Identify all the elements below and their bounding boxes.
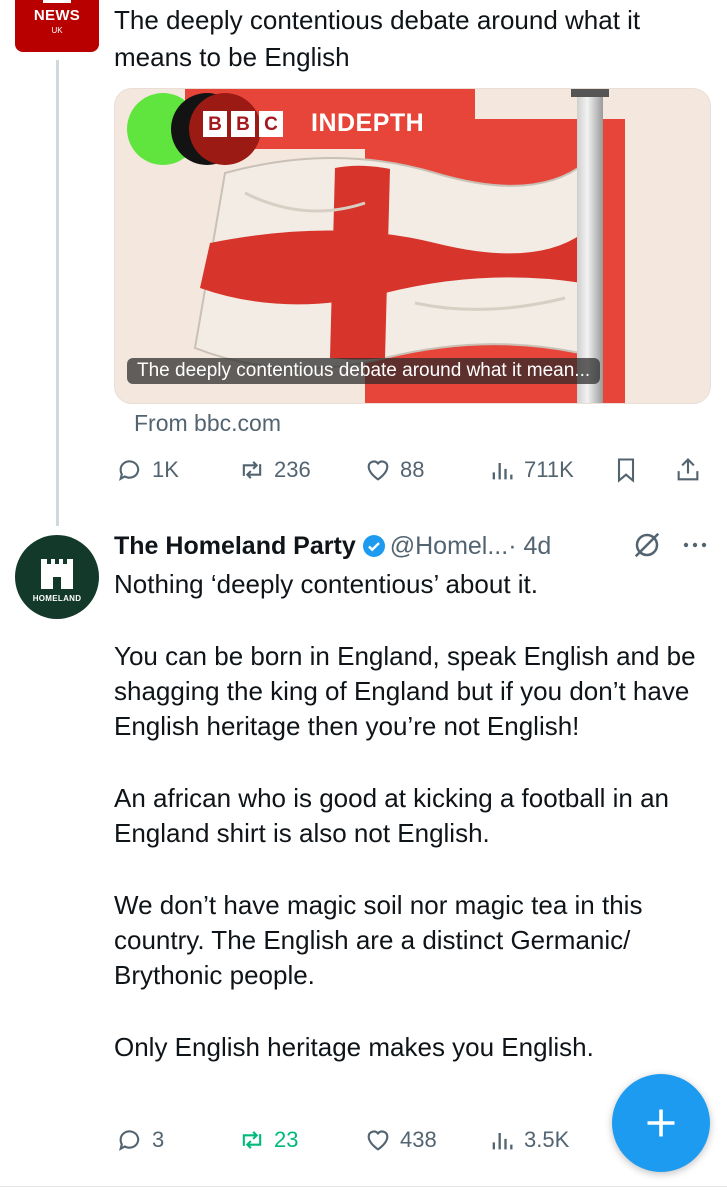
repost-count: 23 — [274, 1127, 299, 1152]
repost-icon — [242, 1131, 262, 1149]
like-button[interactable]: 88 — [364, 454, 424, 486]
views-count: 711K — [524, 457, 574, 482]
views-button[interactable]: 3.5K — [488, 1124, 569, 1156]
heart-icon — [367, 460, 389, 481]
avatar-news-label: NEWS — [33, 7, 81, 24]
grok-icon[interactable] — [632, 530, 662, 560]
avatar-uk-label: UK — [51, 26, 63, 35]
tweet-paragraph: We don’t have magic soil nor magic tea i… — [114, 890, 643, 990]
bookmark-icon — [617, 458, 635, 483]
post-time[interactable]: · 4d — [508, 532, 551, 561]
tweet-paragraph: An african who is good at kicking a foot… — [114, 783, 670, 848]
reply-count: 3 — [152, 1127, 165, 1152]
tweet-paragraph: Nothing ‘deeply contentious’ about it. — [114, 569, 538, 599]
tweet2-header: The Homeland Party @Homel... · 4d — [114, 528, 551, 564]
divider — [0, 1186, 727, 1187]
repost-icon — [242, 461, 262, 479]
tweet-text: The deeply contentious debate around wha… — [114, 5, 641, 72]
thread-connector-line — [56, 60, 59, 526]
homeland-party-avatar[interactable]: HOMELAND — [15, 535, 99, 619]
views-count: 3.5K — [524, 1127, 570, 1152]
avatar-homeland-label: HOMELAND — [32, 594, 82, 603]
like-button[interactable]: 438 — [364, 1124, 437, 1156]
reply-button[interactable]: 1K — [116, 454, 179, 486]
views-icon — [492, 1133, 513, 1150]
heart-icon — [367, 1130, 389, 1151]
tweet1-action-bar: 1K 236 88 711K — [114, 454, 714, 486]
repost-button[interactable]: 236 — [238, 454, 311, 486]
tweet-paragraph: You can be born in England, speak Englis… — [114, 641, 696, 741]
more-options-icon[interactable] — [682, 540, 708, 550]
views-icon — [492, 463, 513, 480]
flag-pole — [577, 89, 603, 403]
repost-count: 236 — [274, 457, 311, 482]
compose-button[interactable] — [612, 1074, 710, 1172]
tweet-paragraph: Only English heritage makes you English. — [114, 1032, 594, 1062]
card-source[interactable]: From bbc.com — [134, 410, 281, 437]
link-card[interactable]: B B C INDEPTH The deeply contentious deb… — [114, 88, 711, 404]
england-flag-image — [193, 157, 587, 370]
share-button[interactable] — [674, 454, 702, 486]
share-icon — [677, 458, 699, 481]
author-name[interactable]: The Homeland Party — [114, 532, 356, 561]
flag-pole-top — [571, 89, 609, 97]
reply-icon — [119, 1130, 140, 1151]
castle-icon — [41, 559, 73, 589]
author-handle[interactable]: @Homel... — [390, 532, 508, 561]
reply-button[interactable]: 3 — [116, 1124, 164, 1156]
reply-icon — [119, 460, 140, 481]
like-count: 88 — [400, 457, 425, 482]
bookmark-button[interactable] — [612, 454, 640, 486]
reply-count: 1K — [152, 457, 179, 482]
repost-button[interactable]: 23 — [238, 1124, 298, 1156]
bbc-news-avatar[interactable]: NEWS UK — [15, 0, 99, 52]
verified-badge-icon — [362, 535, 385, 557]
plus-icon — [647, 1109, 675, 1137]
card-caption: The deeply contentious debate around wha… — [127, 358, 601, 384]
like-count: 438 — [400, 1127, 437, 1152]
views-button[interactable]: 711K — [488, 454, 574, 486]
tweet-text: Nothing ‘deeply contentious’ about it. Y… — [114, 567, 714, 1102]
bbc-logo-bars — [43, 0, 71, 4]
